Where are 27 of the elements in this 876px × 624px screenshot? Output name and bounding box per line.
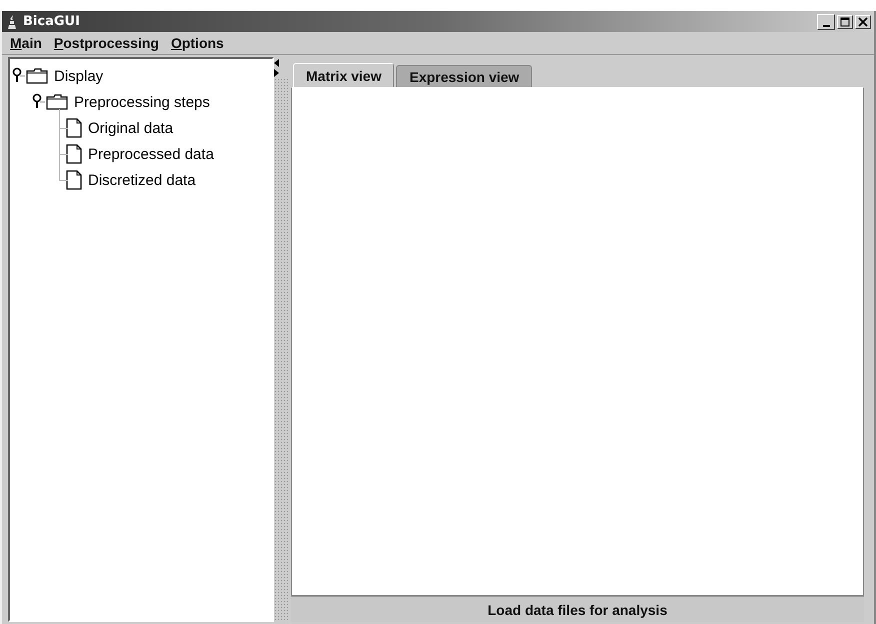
maximize-icon: [840, 16, 850, 26]
minimize-button[interactable]: [817, 14, 835, 30]
tree-item[interactable]: Preprocessing steps: [73, 94, 211, 110]
left-arrow-icon[interactable]: [274, 59, 279, 67]
document-icon: [66, 170, 82, 190]
window-title: BicaGUI: [23, 14, 81, 29]
menu-item[interactable]: Options: [166, 35, 232, 51]
menu-item[interactable]: Main: [6, 35, 50, 51]
folder-icon: [46, 94, 68, 110]
tree-item[interactable]: Original data: [87, 120, 174, 136]
maximize-button[interactable]: [837, 14, 853, 28]
status-message: Load data files for analysis: [488, 602, 668, 618]
minimize-icon: [822, 24, 830, 26]
document-icon: [66, 118, 82, 138]
close-button[interactable]: [855, 14, 871, 28]
tree-item[interactable]: Discretized data: [87, 172, 197, 188]
folder-icon: [26, 68, 48, 84]
close-icon: [858, 16, 868, 26]
expanded-handle-icon[interactable]: [32, 93, 46, 111]
tree-item[interactable]: Display: [53, 68, 104, 84]
tab[interactable]: Expression view: [396, 65, 532, 87]
expanded-handle-icon[interactable]: [12, 67, 26, 85]
tree-item[interactable]: Preprocessed data: [87, 146, 215, 162]
document-icon: [66, 144, 82, 164]
menu-item[interactable]: Postprocessing: [50, 35, 167, 51]
tab[interactable]: Matrix view: [293, 63, 394, 87]
right-arrow-icon[interactable]: [274, 69, 279, 77]
